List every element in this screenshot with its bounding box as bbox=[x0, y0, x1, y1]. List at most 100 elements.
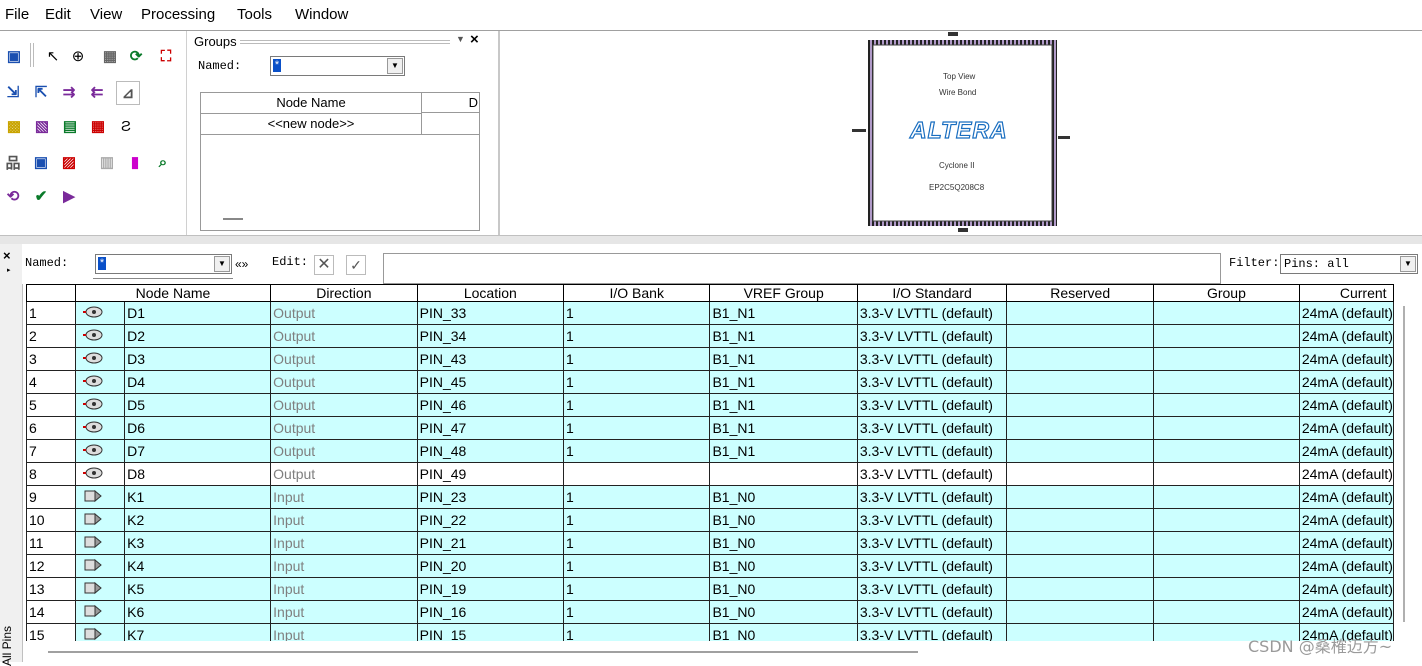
group-cell[interactable] bbox=[1153, 416, 1300, 440]
location-cell[interactable]: PIN_15 bbox=[416, 623, 565, 641]
col-header-node-name[interactable]: Node Name bbox=[74, 284, 272, 302]
hierarchy-icon[interactable]: ▣ bbox=[30, 151, 52, 173]
table-row[interactable]: 12 K4 Input PIN_20 1 B1_N0 3.3-V LVTTL (defaul… bbox=[26, 554, 1394, 578]
vref-group-cell[interactable]: B1_N0 bbox=[709, 623, 858, 641]
location-cell[interactable]: PIN_33 bbox=[416, 301, 565, 325]
new-node-cell[interactable] bbox=[422, 114, 480, 135]
current-cell[interactable]: 24mA (default) bbox=[1298, 324, 1394, 348]
direction-cell[interactable]: Input bbox=[270, 531, 418, 555]
check-icon[interactable]: ✔ bbox=[30, 185, 52, 207]
io-standard-cell[interactable]: 3.3-V LVTTL (default) bbox=[856, 577, 1008, 601]
current-cell[interactable]: 24mA (default) bbox=[1298, 577, 1394, 601]
close-icon[interactable]: × bbox=[470, 31, 479, 48]
io-standard-cell[interactable]: 3.3-V LVTTL (default) bbox=[856, 485, 1008, 509]
vref-group-cell[interactable]: B1_N0 bbox=[709, 508, 858, 532]
expand-named-button[interactable]: «» bbox=[235, 257, 248, 271]
col-header-location[interactable]: Location bbox=[416, 284, 565, 302]
table-row[interactable]: 13 K5 Input PIN_19 1 B1_N0 3.3-V LVTTL (defaul… bbox=[26, 577, 1394, 601]
group-cell[interactable] bbox=[1153, 600, 1300, 624]
io-standard-cell[interactable]: 3.3-V LVTTL (default) bbox=[856, 508, 1008, 532]
reserved-cell[interactable] bbox=[1006, 485, 1154, 509]
location-cell[interactable]: PIN_34 bbox=[416, 324, 565, 348]
edit-field[interactable] bbox=[383, 253, 1221, 284]
group-icon[interactable]: Ƨ bbox=[115, 115, 137, 137]
named-filter-combo[interactable]: * ▼ bbox=[95, 254, 232, 274]
table-row[interactable]: 10 K2 Input PIN_22 1 B1_N0 3.3-V LVTTL (defaul… bbox=[26, 508, 1394, 532]
io-standard-cell[interactable]: 3.3-V LVTTL (default) bbox=[856, 554, 1008, 578]
menu-view[interactable]: View bbox=[90, 6, 122, 23]
current-cell[interactable]: 24mA (default) bbox=[1298, 439, 1394, 463]
io-bank-cell[interactable]: 1 bbox=[563, 347, 711, 371]
reserved-cell[interactable] bbox=[1006, 416, 1154, 440]
pointer-icon[interactable]: ↖ bbox=[42, 45, 64, 67]
table-row[interactable]: 9 K1 Input PIN_23 1 B1_N0 3.3-V LVTTL (default… bbox=[26, 485, 1394, 509]
hscroll-thumb[interactable] bbox=[48, 651, 918, 653]
io-bank-cell[interactable]: 1 bbox=[563, 439, 711, 463]
direction-cell[interactable]: Output bbox=[270, 439, 418, 463]
panel-menu-icon[interactable]: ▼ bbox=[456, 34, 465, 44]
io-bank-cell[interactable]: 1 bbox=[563, 393, 711, 417]
col-header-reserved[interactable]: Reserved bbox=[1006, 284, 1154, 302]
refresh-icon[interactable]: ⟳ bbox=[125, 45, 147, 67]
location-cell[interactable]: PIN_21 bbox=[416, 531, 565, 555]
node-name-cell[interactable]: K1 bbox=[124, 485, 272, 509]
direction-cell[interactable]: Output bbox=[270, 370, 418, 394]
groups-col-node-name[interactable]: Node Name bbox=[201, 93, 422, 114]
expand-icon[interactable]: ▸ bbox=[7, 266, 11, 274]
group-cell[interactable] bbox=[1153, 462, 1300, 486]
direction-cell[interactable]: Input bbox=[270, 623, 418, 641]
new-node-row[interactable]: <<new node>> bbox=[201, 114, 422, 135]
io-bank-cell[interactable]: 1 bbox=[563, 623, 711, 641]
location-cell[interactable]: PIN_43 bbox=[416, 347, 565, 371]
vscroll-thumb[interactable] bbox=[1403, 306, 1405, 622]
fullscreen-icon[interactable]: ⛶ bbox=[155, 45, 177, 67]
reserved-cell[interactable] bbox=[1006, 370, 1154, 394]
io-standard-cell[interactable]: 3.3-V LVTTL (default) bbox=[856, 393, 1008, 417]
current-cell[interactable]: 24mA (default) bbox=[1298, 508, 1394, 532]
reserved-cell[interactable] bbox=[1006, 554, 1154, 578]
link-icon[interactable]: ⟲ bbox=[2, 185, 24, 207]
io-bank-cell[interactable]: 1 bbox=[563, 600, 711, 624]
vref-group-cell[interactable]: B1_N1 bbox=[709, 347, 858, 371]
vref-group-cell[interactable]: B1_N1 bbox=[709, 393, 858, 417]
node-name-cell[interactable]: D4 bbox=[124, 370, 272, 394]
location-cell[interactable]: PIN_19 bbox=[416, 577, 565, 601]
diff-pin-icon[interactable]: ▧ bbox=[31, 115, 53, 137]
table-row[interactable]: 11 K3 Input PIN_21 1 B1_N0 3.3-V LVTTL (defaul… bbox=[26, 531, 1394, 555]
table-row[interactable]: 7 D7 Output PIN_48 1 B1_N1 3.3-V LVTTL (defaul… bbox=[26, 439, 1394, 463]
location-cell[interactable]: PIN_16 bbox=[416, 600, 565, 624]
io-standard-cell[interactable]: 3.3-V LVTTL (default) bbox=[856, 324, 1008, 348]
group-cell[interactable] bbox=[1153, 554, 1300, 578]
vertical-scrollbar[interactable] bbox=[1394, 284, 1422, 641]
direction-cell[interactable]: Output bbox=[270, 347, 418, 371]
location-cell[interactable]: PIN_23 bbox=[416, 485, 565, 509]
node-name-cell[interactable]: D2 bbox=[124, 324, 272, 348]
bank-color-icon[interactable]: ▦ bbox=[87, 115, 109, 137]
node-name-cell[interactable]: D3 bbox=[124, 347, 272, 371]
vref-group-cell[interactable]: B1_N0 bbox=[709, 554, 858, 578]
direction-cell[interactable]: Input bbox=[270, 554, 418, 578]
node-finder-icon[interactable]: ▨ bbox=[58, 151, 80, 173]
io-bank-cell[interactable]: 1 bbox=[563, 485, 711, 509]
node-name-cell[interactable]: D7 bbox=[124, 439, 272, 463]
tree-icon[interactable]: 品 bbox=[2, 151, 24, 173]
table-row[interactable]: 5 D5 Output PIN_46 1 B1_N1 3.3-V LVTTL (defaul… bbox=[26, 393, 1394, 417]
io-bank-cell[interactable]: 1 bbox=[563, 531, 711, 555]
accept-edit-icon[interactable]: ✓ bbox=[346, 255, 366, 275]
reserved-cell[interactable] bbox=[1006, 324, 1154, 348]
io-standard-cell[interactable]: 3.3-V LVTTL (default) bbox=[856, 370, 1008, 394]
fit-icon[interactable]: ▦ bbox=[99, 45, 121, 67]
menu-processing[interactable]: Processing bbox=[141, 6, 215, 23]
node-name-cell[interactable]: K4 bbox=[124, 554, 272, 578]
node-name-cell[interactable]: K6 bbox=[124, 600, 272, 624]
vref-group-cell[interactable]: B1_N1 bbox=[709, 324, 858, 348]
current-cell[interactable]: 24mA (default) bbox=[1298, 301, 1394, 325]
group-cell[interactable] bbox=[1153, 577, 1300, 601]
reserved-cell[interactable] bbox=[1006, 393, 1154, 417]
current-cell[interactable]: 24mA (default) bbox=[1298, 554, 1394, 578]
table-row[interactable]: 4 D4 Output PIN_45 1 B1_N1 3.3-V LVTTL (defaul… bbox=[26, 370, 1394, 394]
col-header-io-standard[interactable]: I/O Standard bbox=[856, 284, 1008, 302]
chevron-down-icon[interactable]: ▼ bbox=[214, 256, 230, 272]
io-bank-cell[interactable]: 1 bbox=[563, 301, 711, 325]
io-bank-cell[interactable]: 1 bbox=[563, 370, 711, 394]
